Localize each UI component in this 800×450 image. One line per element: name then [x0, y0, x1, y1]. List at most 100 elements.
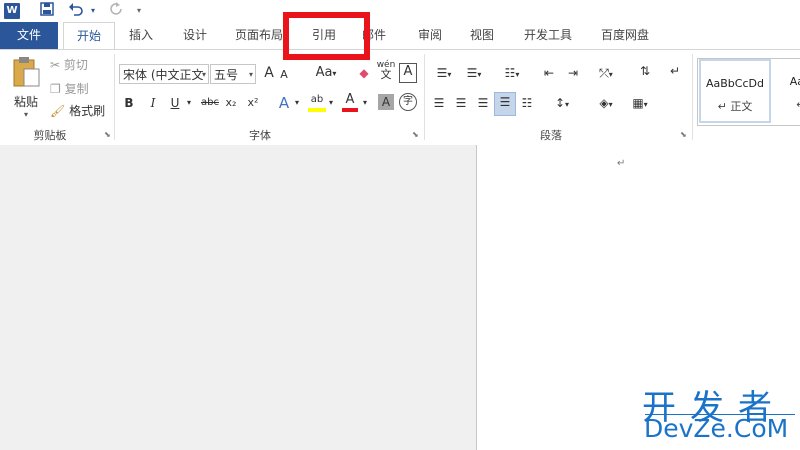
shading-button[interactable]: ◈▾	[592, 94, 620, 114]
subscript-button[interactable]: x₂	[224, 94, 238, 112]
word-logo-icon: W	[4, 3, 20, 19]
group-separator	[424, 54, 425, 140]
font-size-combo[interactable]: 五号 ▾	[210, 64, 256, 84]
copy-button[interactable]: ❐ 复制	[50, 80, 89, 97]
enclose-char-button[interactable]: 字	[399, 93, 417, 111]
numbering-button[interactable]: ☰▾	[460, 64, 488, 84]
subscript-icon: x₂	[225, 96, 237, 109]
cut-button[interactable]: ✂ 剪切	[50, 56, 88, 73]
clipboard-launcher-icon[interactable]: ⬊	[104, 130, 111, 139]
style-normal[interactable]: AaBbCcDd ↵ 正文	[699, 59, 771, 123]
underline-dropdown-icon[interactable]: ▾	[184, 94, 194, 112]
redo-icon[interactable]	[108, 2, 126, 20]
undo-icon[interactable]	[66, 2, 86, 20]
distributed-icon: ☷	[521, 96, 533, 110]
change-case-button[interactable]: Aa▾	[312, 64, 340, 83]
bullets-button[interactable]: ☰▾	[430, 64, 458, 84]
watermark-english: DevZe.CoM	[644, 414, 789, 443]
grow-font-button[interactable]: A	[262, 64, 276, 82]
save-icon[interactable]	[38, 2, 56, 20]
font-name-value: 宋体 (中文正文	[123, 68, 204, 82]
customize-qat-icon[interactable]: ▾	[134, 2, 144, 20]
italic-icon: I	[150, 96, 156, 110]
font-launcher-icon[interactable]: ⬊	[412, 130, 419, 139]
group-separator	[114, 54, 115, 140]
borders-button[interactable]: ▦▾	[626, 94, 654, 114]
paste-icon	[13, 57, 40, 87]
change-case-icon: Aa	[315, 65, 333, 80]
format-painter-icon: 🖌	[50, 104, 66, 118]
superscript-button[interactable]: x²	[246, 94, 260, 112]
char-border-button[interactable]: A	[399, 63, 417, 83]
text-direction-icon: ⤱	[599, 66, 609, 80]
clear-format-button[interactable]: ◆	[356, 64, 372, 82]
scissors-icon: ✂	[50, 58, 61, 72]
font-color-button[interactable]: A	[342, 92, 358, 112]
tab-review[interactable]: 审阅	[408, 22, 452, 49]
align-right-button[interactable]: ☰	[474, 94, 492, 112]
style-normal-name: ↵ 正文	[717, 100, 753, 113]
text-effects-icon: A	[278, 94, 290, 112]
char-border-icon: A	[403, 64, 413, 79]
ribbon: 粘贴 ▾ ✂ 剪切 ❐ 复制 🖌 格式刷 剪贴板 ⬊ 宋体 (中文正文 ▾ 五号…	[0, 49, 800, 146]
show-marks-button[interactable]: ↵	[668, 62, 682, 80]
decrease-indent-icon: ⇤	[543, 66, 555, 80]
copy-icon: ❐	[50, 82, 61, 96]
distributed-button[interactable]: ☷	[518, 94, 536, 112]
font-color-icon: A	[345, 92, 355, 107]
sort-button[interactable]: ⇅	[636, 62, 654, 80]
phonetic-char-icon: 文	[380, 68, 392, 81]
shrink-font-button[interactable]: A	[278, 66, 290, 84]
text-effects-button[interactable]: A	[276, 94, 292, 112]
tab-file[interactable]: 文件	[0, 22, 58, 49]
highlight-button[interactable]: ab	[308, 92, 326, 112]
paste-label: 粘贴	[13, 95, 38, 109]
tab-home[interactable]: 开始	[63, 22, 115, 49]
shrink-font-icon: A	[280, 68, 288, 81]
numbering-icon: ☰	[466, 66, 478, 80]
font-color-dropdown-icon[interactable]: ▾	[360, 94, 370, 112]
style-no-spacing[interactable]: AaBbC ↵ 无	[772, 59, 800, 123]
paragraph-launcher-icon[interactable]: ⬊	[680, 130, 687, 139]
strikethrough-icon: abc	[201, 97, 219, 108]
align-left-button[interactable]: ☰	[430, 94, 448, 112]
text-direction-button[interactable]: ⤱▾	[592, 64, 620, 84]
highlight-dropdown-icon[interactable]: ▾	[326, 94, 336, 112]
styles-gallery[interactable]: AaBbCcDd ↵ 正文 AaBbC ↵ 无	[697, 58, 800, 126]
font-name-combo[interactable]: 宋体 (中文正文 ▾	[119, 64, 209, 84]
italic-button[interactable]: I	[146, 94, 160, 112]
align-left-icon: ☰	[433, 96, 445, 110]
underline-button[interactable]: U	[168, 94, 182, 112]
paste-button[interactable]: 粘贴 ▾	[8, 56, 44, 122]
line-spacing-button[interactable]: ↕▾	[548, 94, 576, 114]
line-spacing-icon: ↕	[554, 96, 566, 110]
show-marks-icon: ↵	[669, 64, 681, 78]
bold-button[interactable]: B	[122, 94, 136, 112]
text-effects-dropdown-icon[interactable]: ▾	[292, 94, 302, 112]
tab-baidu-netdisk[interactable]: 百度网盘	[592, 22, 658, 49]
font-size-dropdown-icon: ▾	[248, 70, 253, 79]
format-painter-button[interactable]: 🖌 格式刷	[50, 102, 105, 119]
justify-icon: ☰	[499, 95, 511, 109]
char-shading-button[interactable]: A	[378, 94, 394, 110]
tab-view[interactable]: 视图	[460, 22, 504, 49]
undo-dropdown-icon[interactable]: ▾	[88, 2, 98, 20]
multilevel-list-button[interactable]: ☷▾	[498, 64, 526, 84]
references-tab-highlight	[283, 12, 370, 60]
decrease-indent-button[interactable]: ⇤	[540, 64, 558, 82]
increase-indent-button[interactable]: ⇥	[564, 64, 582, 82]
align-center-button[interactable]: ☰	[452, 94, 470, 112]
cut-label: 剪切	[63, 58, 88, 72]
tab-developer[interactable]: 开发工具	[516, 22, 580, 49]
eraser-icon: ◆	[359, 66, 369, 80]
quick-access-toolbar: W ▾ ▾	[0, 0, 800, 22]
tab-insert[interactable]: 插入	[120, 22, 162, 49]
char-shading-icon: A	[381, 95, 391, 109]
strikethrough-button[interactable]: abc	[200, 94, 220, 112]
clipboard-group-label: 剪贴板	[33, 129, 67, 142]
tab-layout[interactable]: 页面布局	[228, 22, 290, 49]
phonetic-guide-button[interactable]: wén 文	[376, 60, 396, 81]
tab-design[interactable]: 设计	[174, 22, 216, 49]
enclose-char-icon: 字	[403, 96, 413, 107]
justify-button[interactable]: ☰	[494, 92, 516, 116]
